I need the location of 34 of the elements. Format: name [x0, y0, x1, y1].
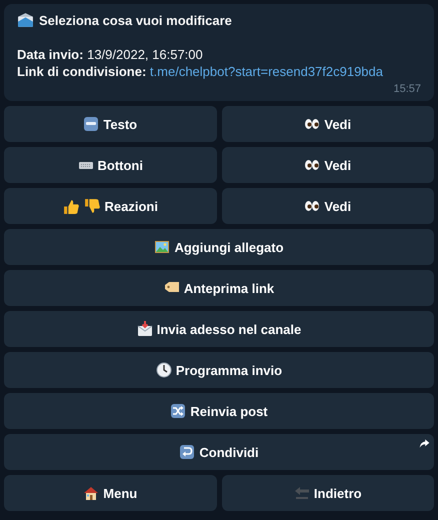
keyboard-button[interactable]: Indietro: [222, 475, 434, 511]
shuffle-icon: [170, 403, 186, 419]
thumbs-down-icon: [84, 198, 101, 214]
keyboard-button[interactable]: Menu: [4, 475, 216, 511]
field-value: 13/9/2022, 16:57:00: [87, 47, 203, 62]
share-arrow-icon: [419, 438, 430, 449]
envelope-icon: [136, 321, 153, 337]
field-label: Link di condivisione:: [17, 64, 146, 79]
house-icon: [83, 485, 100, 501]
share-button[interactable]: Condividi: [4, 434, 434, 470]
keyboard-button[interactable]: Programma invio: [4, 352, 434, 388]
keyboard-button[interactable]: Vedi: [222, 188, 434, 224]
keyboard-button[interactable]: Aggiungi allegato: [4, 229, 434, 265]
keyboard-button[interactable]: Testo: [4, 106, 216, 142]
keyboard-button[interactable]: Reinvia post: [4, 393, 434, 429]
back-arrow-icon: [294, 485, 310, 501]
share-link[interactable]: t.me/chelpbot?start=resend37f2c919bda: [150, 64, 384, 79]
eyes-icon: [304, 116, 320, 132]
keyboard-button[interactable]: Vedi: [222, 147, 434, 183]
keyboard-button[interactable]: Invia adesso nel canale: [4, 311, 434, 347]
keyboard-button[interactable]: Anteprima link: [4, 270, 434, 306]
keyboard-button[interactable]: Bottoni: [4, 147, 216, 183]
message-time: 15:57: [392, 83, 421, 95]
message-title: Seleziona cosa vuoi modificare: [39, 13, 232, 28]
thumbs-up-icon: [62, 198, 80, 214]
envelope-icon: [17, 12, 34, 29]
text-icon: [83, 116, 100, 132]
clock-icon: [156, 362, 172, 378]
picture-icon: [154, 239, 170, 255]
eyes-icon: [304, 157, 320, 173]
field-label: Data invio:: [17, 47, 84, 62]
keyboard-button[interactable]: Vedi: [222, 106, 434, 142]
keyboard-button[interactable]: Reazioni: [4, 188, 216, 224]
eyes-icon: [304, 198, 320, 214]
